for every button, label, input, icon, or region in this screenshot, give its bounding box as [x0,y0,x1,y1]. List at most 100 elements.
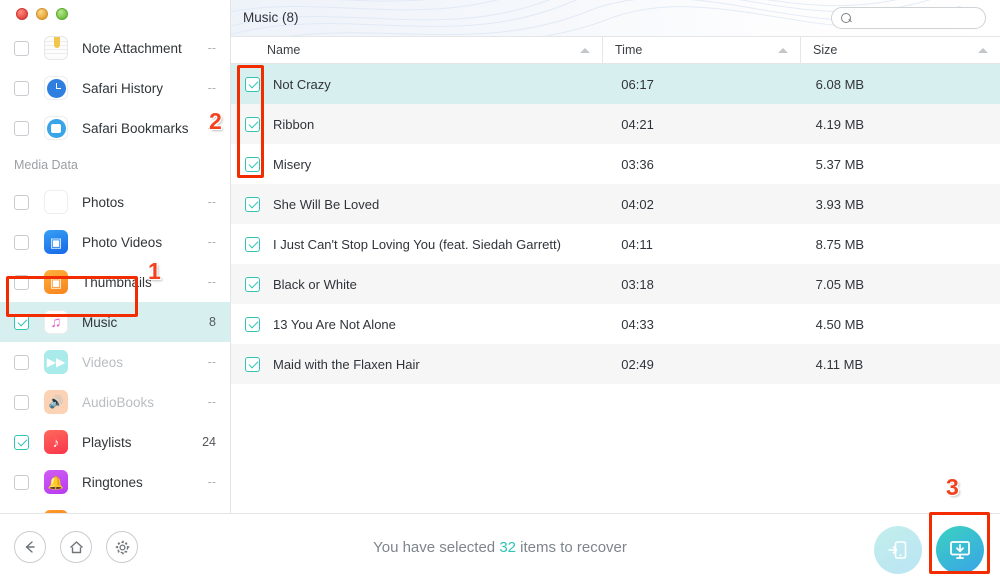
sidebar-item-count: -- [207,395,216,409]
sidebar-checkbox[interactable] [14,394,29,410]
row-name: Black or White [273,276,357,292]
videos-icon: ▶▶ [44,350,68,374]
sidebar-item-label: Playlists [82,434,132,450]
recover-to-device-button[interactable] [874,526,922,574]
row-checkbox[interactable] [245,116,260,132]
table-row[interactable]: Ribbon 04:21 4.19 MB [231,104,1000,144]
sidebar-checkbox[interactable] [14,314,29,330]
row-time: 02:49 [621,356,654,372]
sidebar-item-ibooks[interactable]: 📖 iBooks -- [0,502,230,513]
file-list: Not Crazy 06:17 6.08 MB Ribbon 04:21 4.1… [231,64,1000,476]
row-size: 3.93 MB [815,196,865,212]
sort-ascending-icon[interactable] [778,48,788,53]
action-button-group [874,526,984,574]
column-header-name[interactable]: Name [231,37,602,63]
photo-videos-icon: ▣ [44,230,68,254]
row-checkbox[interactable] [245,76,260,92]
sidebar-item-count: -- [207,81,216,95]
row-name: She Will Be Loved [273,196,380,212]
sidebar-item-photo-videos[interactable]: ▣ Photo Videos -- [0,222,230,262]
table-row[interactable]: Maid with the Flaxen Hair 02:49 4.11 MB [231,344,1000,384]
sidebar-checkbox[interactable] [14,234,29,250]
sidebar-item-count: -- [207,275,216,289]
row-size: 6.08 MB [815,76,865,92]
column-header-time[interactable]: Time [602,37,800,63]
row-checkbox[interactable] [245,196,260,212]
audiobooks-icon: 🔊 [44,390,68,414]
row-name: 13 You Are Not Alone [273,316,396,332]
sidebar-item-count: -- [207,235,216,249]
footer-bar: You have selected 32 items to recover [0,513,1000,580]
sidebar-checkbox[interactable] [14,40,29,56]
row-checkbox[interactable] [245,356,260,372]
row-name: I Just Can't Stop Loving You (feat. Sied… [273,236,561,252]
sidebar-checkbox[interactable] [14,120,29,136]
row-size: 4.19 MB [815,116,865,132]
sidebar-item-safari-bookmarks[interactable]: Safari Bookmarks -- [0,108,230,148]
sort-ascending-icon[interactable] [580,48,590,53]
sidebar-item-note-attachment[interactable]: Note Attachment -- [0,28,230,68]
row-checkbox[interactable] [245,276,260,292]
row-checkbox[interactable] [245,316,260,332]
sidebar-item-label: Safari Bookmarks [82,120,189,136]
sort-ascending-icon[interactable] [978,48,988,53]
table-row[interactable]: Not Crazy 06:17 6.08 MB [231,64,1000,104]
sidebar-item-count: 24 [202,435,216,449]
table-header: Name Time Size [231,36,1000,64]
row-checkbox[interactable] [245,156,260,172]
table-row[interactable]: Misery 03:36 5.37 MB [231,144,1000,184]
row-time: 04:02 [621,196,654,212]
sidebar-checkbox[interactable] [14,434,29,450]
sidebar-item-photos[interactable]: ✸ Photos -- [0,182,230,222]
annotation-step-1: 1 [148,258,161,284]
status-suffix: items to recover [516,538,627,556]
sidebar-item-music[interactable]: ♫ Music 8 [0,302,230,342]
column-header-label: Time [615,43,643,57]
computer-download-icon [950,541,970,559]
sidebar: Note Attachment -- Safari History -- Saf… [0,0,231,513]
sidebar-item-label: AudioBooks [82,394,155,410]
row-time: 04:21 [621,116,654,132]
sidebar-item-videos[interactable]: ▶▶ Videos -- [0,342,230,382]
sidebar-checkbox[interactable] [14,354,29,370]
sidebar-item-safari-history[interactable]: Safari History -- [0,68,230,108]
zoom-icon[interactable] [56,8,68,20]
row-size: 5.37 MB [815,156,865,172]
status-prefix: You have selected [373,538,500,556]
sidebar-checkbox[interactable] [14,274,29,290]
table-row[interactable]: She Will Be Loved 04:02 3.93 MB [231,184,1000,224]
sidebar-checkbox[interactable] [14,474,29,490]
search-input[interactable] [857,11,982,25]
table-row[interactable]: Black or White 03:18 7.05 MB [231,264,1000,304]
status-text: You have selected 32 items to recover [0,539,1000,556]
selected-count: 32 [499,538,517,556]
recover-to-computer-button[interactable] [936,526,984,574]
sidebar-item-audiobooks[interactable]: 🔊 AudioBooks -- [0,382,230,422]
close-icon[interactable] [16,8,28,20]
sidebar-section-media-data: Media Data [14,158,78,172]
column-header-label: Size [813,43,838,57]
sidebar-checkbox[interactable] [14,194,29,210]
sidebar-item-label: Ringtones [82,474,143,490]
row-name: Ribbon [273,116,315,132]
sidebar-item-label: Photo Videos [82,234,163,250]
search-box[interactable] [831,7,986,29]
row-name: Maid with the Flaxen Hair [273,356,420,372]
sidebar-checkbox[interactable] [14,80,29,96]
row-name: Not Crazy [273,76,331,92]
sidebar-item-label: Note Attachment [82,40,182,56]
content-header: Music (8) [231,0,1000,36]
minimize-icon[interactable] [36,8,48,20]
row-time: 04:33 [621,316,654,332]
sidebar-item-thumbnails[interactable]: ▣ Thumbnails -- [0,262,230,302]
sidebar-item-ringtones[interactable]: 🔔 Ringtones -- [0,462,230,502]
sidebar-item-label: Thumbnails [82,274,152,290]
table-row[interactable]: I Just Can't Stop Loving You (feat. Sied… [231,224,1000,264]
column-header-size[interactable]: Size [800,37,1000,63]
table-row[interactable]: 13 You Are Not Alone 04:33 4.50 MB [231,304,1000,344]
sidebar-item-count: -- [207,195,216,209]
row-size: 8.75 MB [815,236,865,252]
sidebar-item-playlists[interactable]: ♪ Playlists 24 [0,422,230,462]
row-checkbox[interactable] [245,236,260,252]
window-controls [0,0,230,28]
